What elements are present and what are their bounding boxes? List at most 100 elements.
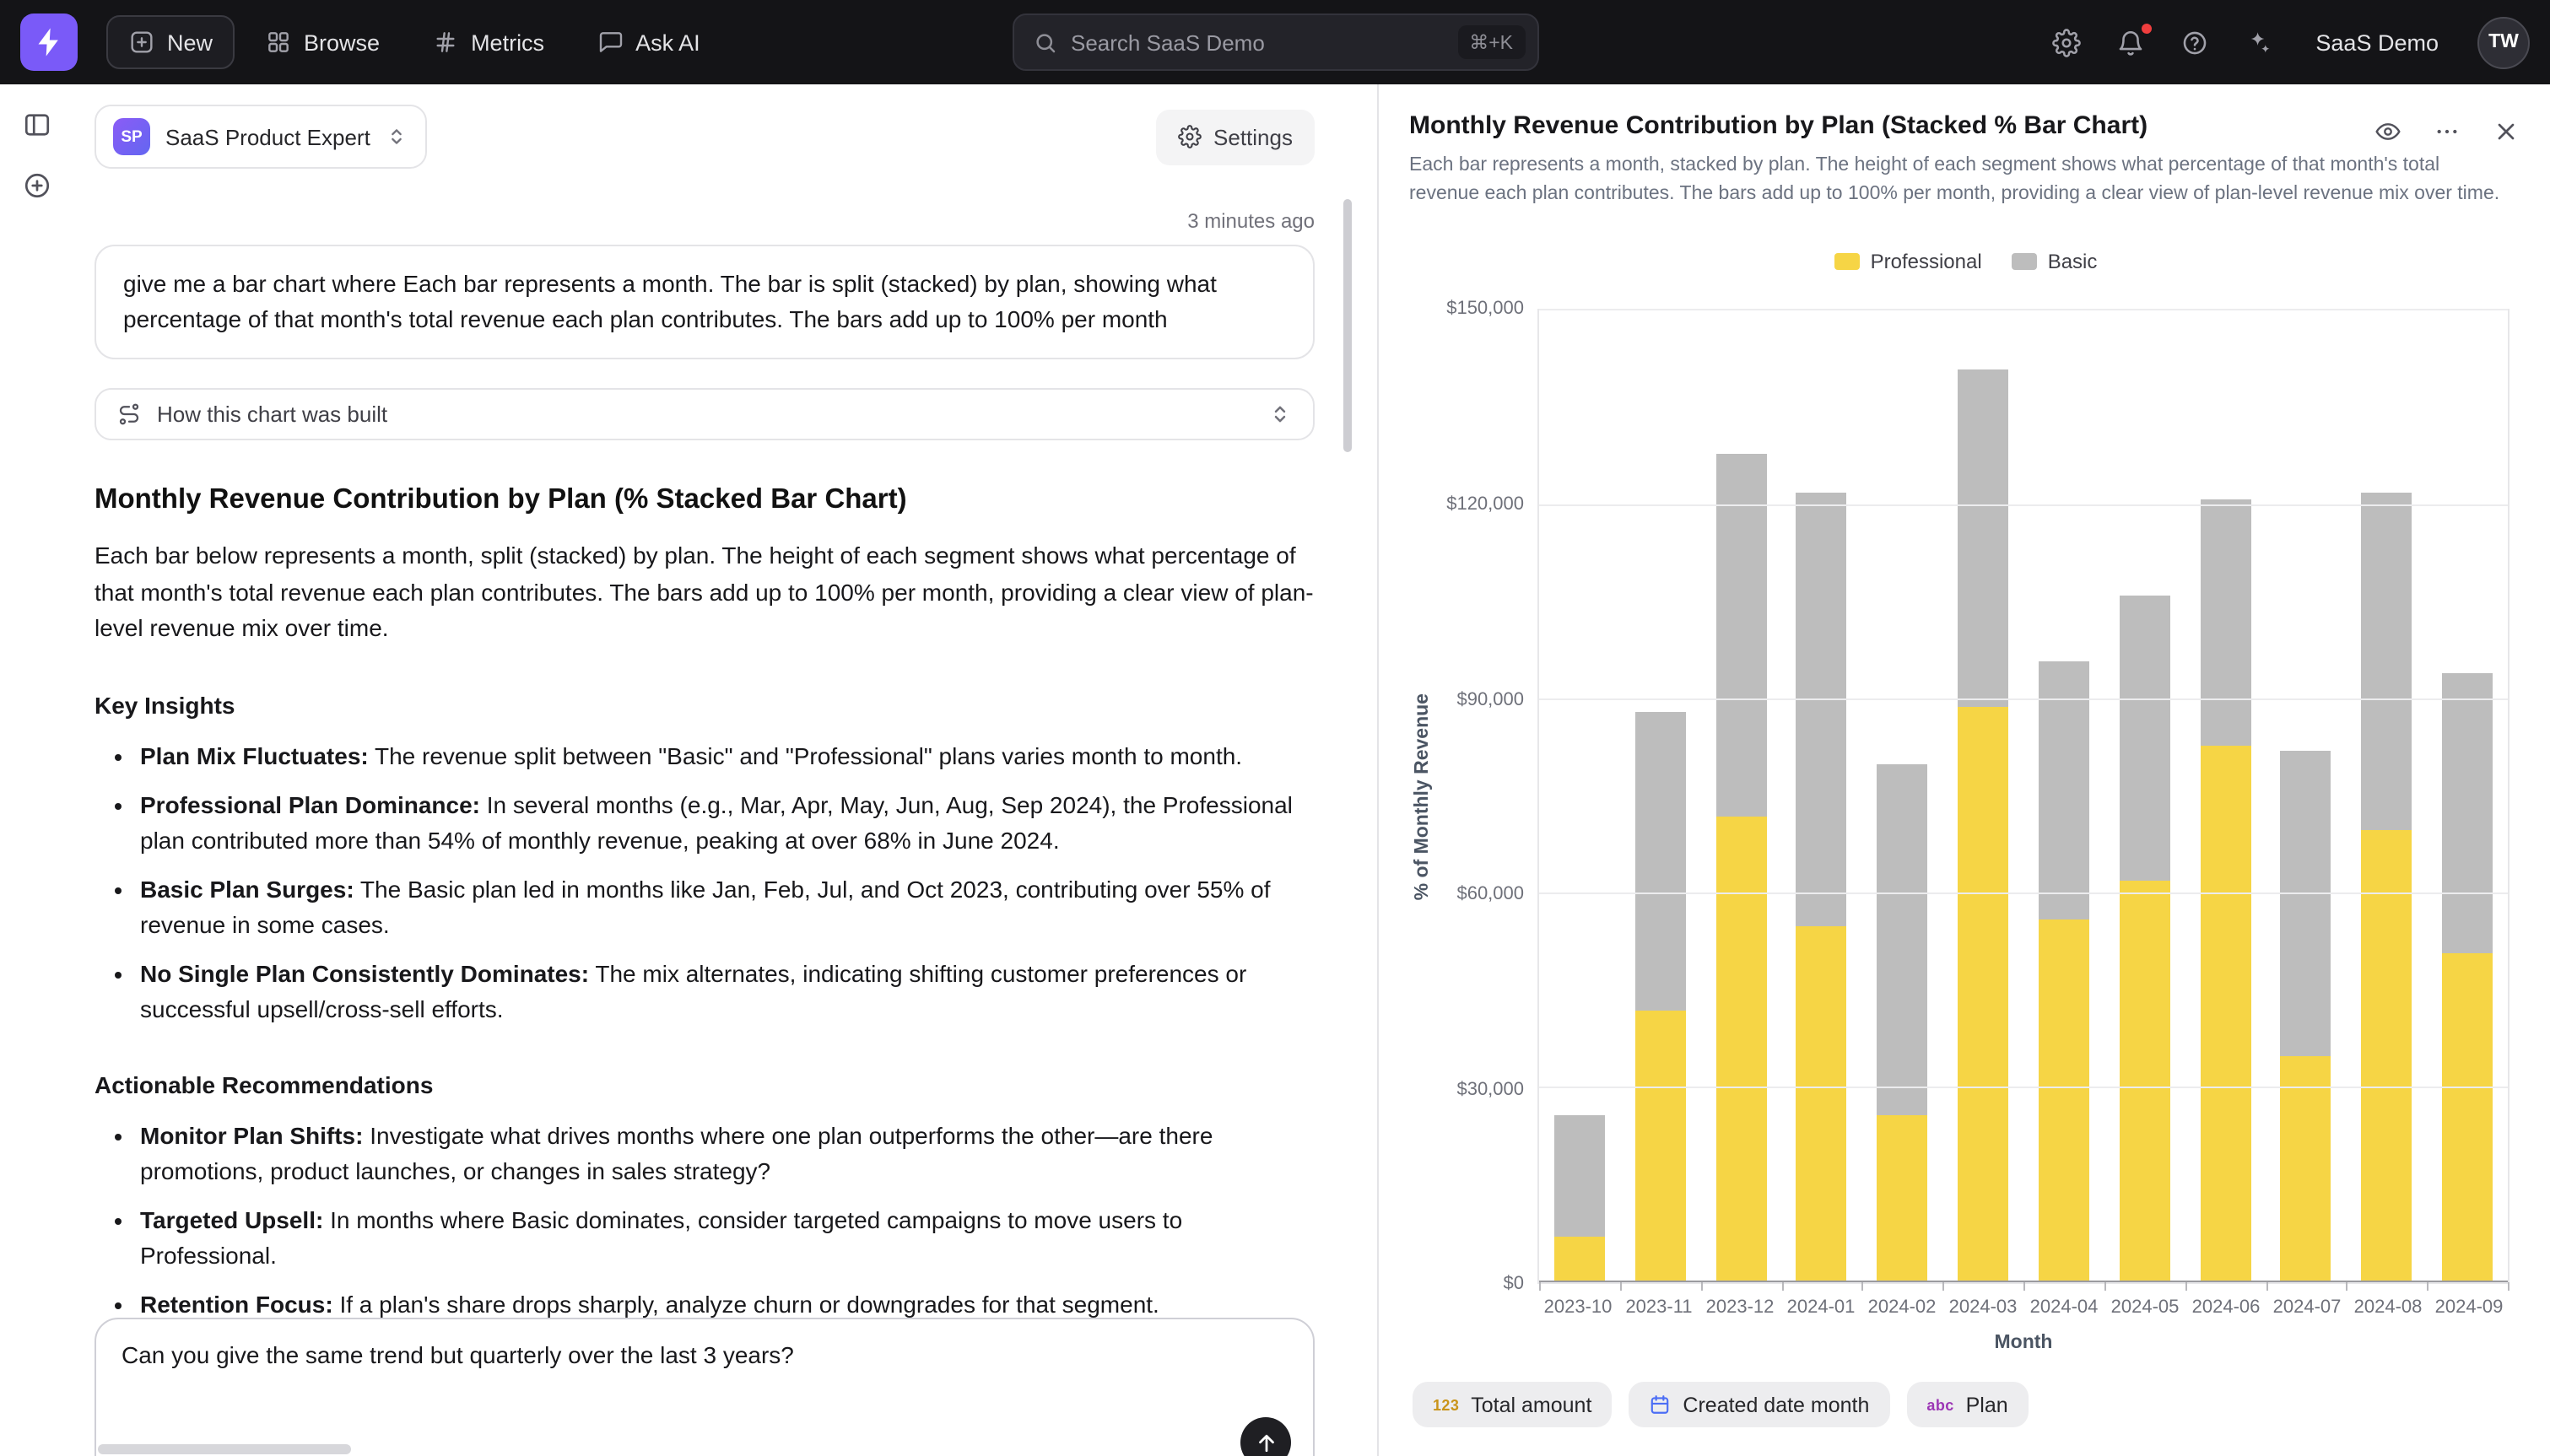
bar-2024-02[interactable] bbox=[1862, 311, 1943, 1283]
preview-button[interactable] bbox=[2371, 115, 2405, 148]
new-button[interactable]: New bbox=[106, 15, 235, 69]
bar-2024-01[interactable] bbox=[1781, 311, 1862, 1283]
gridline bbox=[1539, 310, 2508, 311]
help-button[interactable] bbox=[2177, 24, 2212, 60]
bar-2023-11[interactable] bbox=[1620, 311, 1701, 1283]
bar-segment-professional[interactable] bbox=[1877, 1114, 1927, 1283]
ask-ai-button-label: Ask AI bbox=[635, 30, 700, 55]
x-tick-mark bbox=[2023, 1283, 2025, 1292]
bar-2023-10[interactable] bbox=[1539, 311, 1620, 1283]
agent-name: SaaS Product Expert bbox=[165, 124, 370, 149]
new-button-label: New bbox=[167, 30, 213, 55]
x-tick-mark bbox=[2104, 1283, 2106, 1292]
bar-2024-04[interactable] bbox=[2023, 311, 2104, 1283]
y-tick-label: $90,000 bbox=[1456, 689, 1524, 709]
stacked-bar bbox=[2200, 311, 2250, 1283]
bar-segment-professional[interactable] bbox=[2281, 1056, 2331, 1283]
legend-item-professional[interactable]: Professional bbox=[1835, 251, 1982, 274]
bar-segment-professional[interactable] bbox=[1715, 817, 1766, 1283]
bar-segment-basic[interactable] bbox=[2442, 674, 2493, 952]
x-tick-label: 2024-04 bbox=[2023, 1298, 2104, 1318]
global-search-input[interactable]: Search SaaS Demo ⌘+K bbox=[1012, 13, 1538, 71]
browse-button[interactable]: Browse bbox=[243, 15, 402, 69]
bar-2024-05[interactable] bbox=[2104, 311, 2185, 1283]
chat-input-box[interactable]: Can you give the same trend but quarterl… bbox=[95, 1318, 1315, 1456]
notifications-button[interactable] bbox=[2113, 24, 2148, 60]
bar-segment-basic[interactable] bbox=[2200, 499, 2250, 745]
bar-segment-basic[interactable] bbox=[2361, 493, 2412, 829]
bar-2024-03[interactable] bbox=[1942, 311, 2023, 1283]
gridline bbox=[1539, 1087, 2508, 1088]
how-built-collapsible[interactable]: How this chart was built bbox=[95, 388, 1315, 440]
chart-panel: Monthly Revenue Contribution by Plan (St… bbox=[1379, 84, 2550, 1456]
chat-input-value[interactable]: Can you give the same trend but quarterl… bbox=[122, 1341, 1288, 1368]
x-tick-label: 2023-12 bbox=[1699, 1298, 1780, 1318]
vertical-scrollbar-thumb[interactable] bbox=[1343, 199, 1352, 452]
bar-segment-basic[interactable] bbox=[1634, 713, 1685, 1011]
tag-created-date-month[interactable]: Created date month bbox=[1629, 1383, 1889, 1428]
lightning-bolt-icon bbox=[32, 25, 66, 59]
chart-panel-title: Monthly Revenue Contribution by Plan (St… bbox=[1409, 111, 2523, 140]
bar-segment-basic[interactable] bbox=[1958, 369, 2008, 706]
settings-nav-button[interactable] bbox=[2049, 24, 2084, 60]
bar-segment-basic[interactable] bbox=[1796, 493, 1847, 927]
sparkles-icon bbox=[2245, 28, 2273, 57]
bar-2024-07[interactable] bbox=[2266, 311, 2347, 1283]
send-button[interactable] bbox=[1240, 1417, 1291, 1456]
tag-plan[interactable]: abc Plan bbox=[1906, 1383, 2028, 1428]
insight-item: Professional Plan Dominance: In several … bbox=[140, 788, 1315, 859]
bar-segment-professional[interactable] bbox=[2200, 745, 2250, 1282]
recommendations-list: Monitor Plan Shifts: Investigate what dr… bbox=[95, 1119, 1315, 1323]
insights-list: Plan Mix Fluctuates: The revenue split b… bbox=[95, 739, 1315, 1027]
metrics-button-label: Metrics bbox=[471, 30, 544, 55]
bar-segment-basic[interactable] bbox=[1877, 764, 1927, 1114]
bar-segment-professional[interactable] bbox=[1958, 706, 2008, 1283]
x-tick-mark bbox=[2347, 1283, 2348, 1292]
navbar-right: SaaS Demo TW bbox=[2049, 16, 2530, 68]
bar-2024-08[interactable] bbox=[2347, 311, 2428, 1283]
bar-segment-basic[interactable] bbox=[1715, 454, 1766, 817]
agent-selector[interactable]: SP SaaS Product Expert bbox=[95, 105, 428, 169]
stacked-bar bbox=[2119, 311, 2169, 1283]
bar-segment-basic[interactable] bbox=[2281, 752, 2331, 1056]
ai-sparkles-button[interactable] bbox=[2241, 24, 2277, 60]
main-area: SP SaaS Product Expert Settings 3 minute… bbox=[0, 84, 2550, 1456]
bar-segment-basic[interactable] bbox=[2039, 661, 2089, 919]
legend-item-basic[interactable]: Basic bbox=[2012, 251, 2098, 274]
bar-segment-basic[interactable] bbox=[2119, 596, 2169, 882]
bar-segment-professional[interactable] bbox=[1634, 1011, 1685, 1283]
horizontal-scrollbar-thumb[interactable] bbox=[98, 1444, 351, 1454]
bar-2023-12[interactable] bbox=[1700, 311, 1781, 1283]
sidebar-toggle-button[interactable] bbox=[19, 106, 56, 143]
stacked-bar bbox=[2361, 311, 2412, 1283]
recommendations-heading: Actionable Recommendations bbox=[95, 1071, 1315, 1098]
bar-segment-professional[interactable] bbox=[2039, 920, 2089, 1283]
chart-panel-actions bbox=[2371, 115, 2523, 148]
bar-segment-professional[interactable] bbox=[1796, 926, 1847, 1282]
y-axis-labels: $0$30,000$60,000$90,000$120,000$150,000 bbox=[1436, 310, 1537, 1285]
bar-segment-professional[interactable] bbox=[2361, 829, 2412, 1283]
bar-2024-09[interactable] bbox=[2427, 311, 2508, 1283]
bar-segment-basic[interactable] bbox=[1554, 1114, 1605, 1238]
stacked-bar bbox=[1715, 311, 1766, 1283]
recommendation-item: Monitor Plan Shifts: Investigate what dr… bbox=[140, 1119, 1315, 1189]
top-navbar: New Browse Metrics Ask AI Search SaaS De… bbox=[0, 0, 2550, 84]
ask-ai-button[interactable]: Ask AI bbox=[575, 15, 722, 69]
metrics-button[interactable]: Metrics bbox=[410, 15, 566, 69]
org-switcher[interactable]: SaaS Demo bbox=[2305, 28, 2449, 57]
bar-2024-06[interactable] bbox=[2185, 311, 2266, 1283]
close-panel-button[interactable] bbox=[2489, 115, 2523, 148]
x-tick-label: 2024-08 bbox=[2347, 1298, 2428, 1318]
bar-segment-professional[interactable] bbox=[2442, 952, 2493, 1283]
tag-total-amount[interactable]: 123 Total amount bbox=[1413, 1383, 1612, 1428]
agent-settings-button[interactable]: Settings bbox=[1156, 109, 1315, 164]
y-tick-label: $30,000 bbox=[1456, 1080, 1524, 1100]
bar-segment-professional[interactable] bbox=[1554, 1238, 1605, 1283]
user-avatar[interactable]: TW bbox=[2477, 16, 2530, 68]
more-options-button[interactable] bbox=[2430, 115, 2464, 148]
new-thread-button[interactable] bbox=[19, 167, 56, 204]
chart-panel-description: Each bar represents a month, stacked by … bbox=[1409, 152, 2506, 208]
app-logo[interactable] bbox=[20, 13, 78, 71]
bar-segment-professional[interactable] bbox=[2119, 882, 2169, 1283]
chevron-up-down-icon bbox=[1267, 402, 1293, 427]
